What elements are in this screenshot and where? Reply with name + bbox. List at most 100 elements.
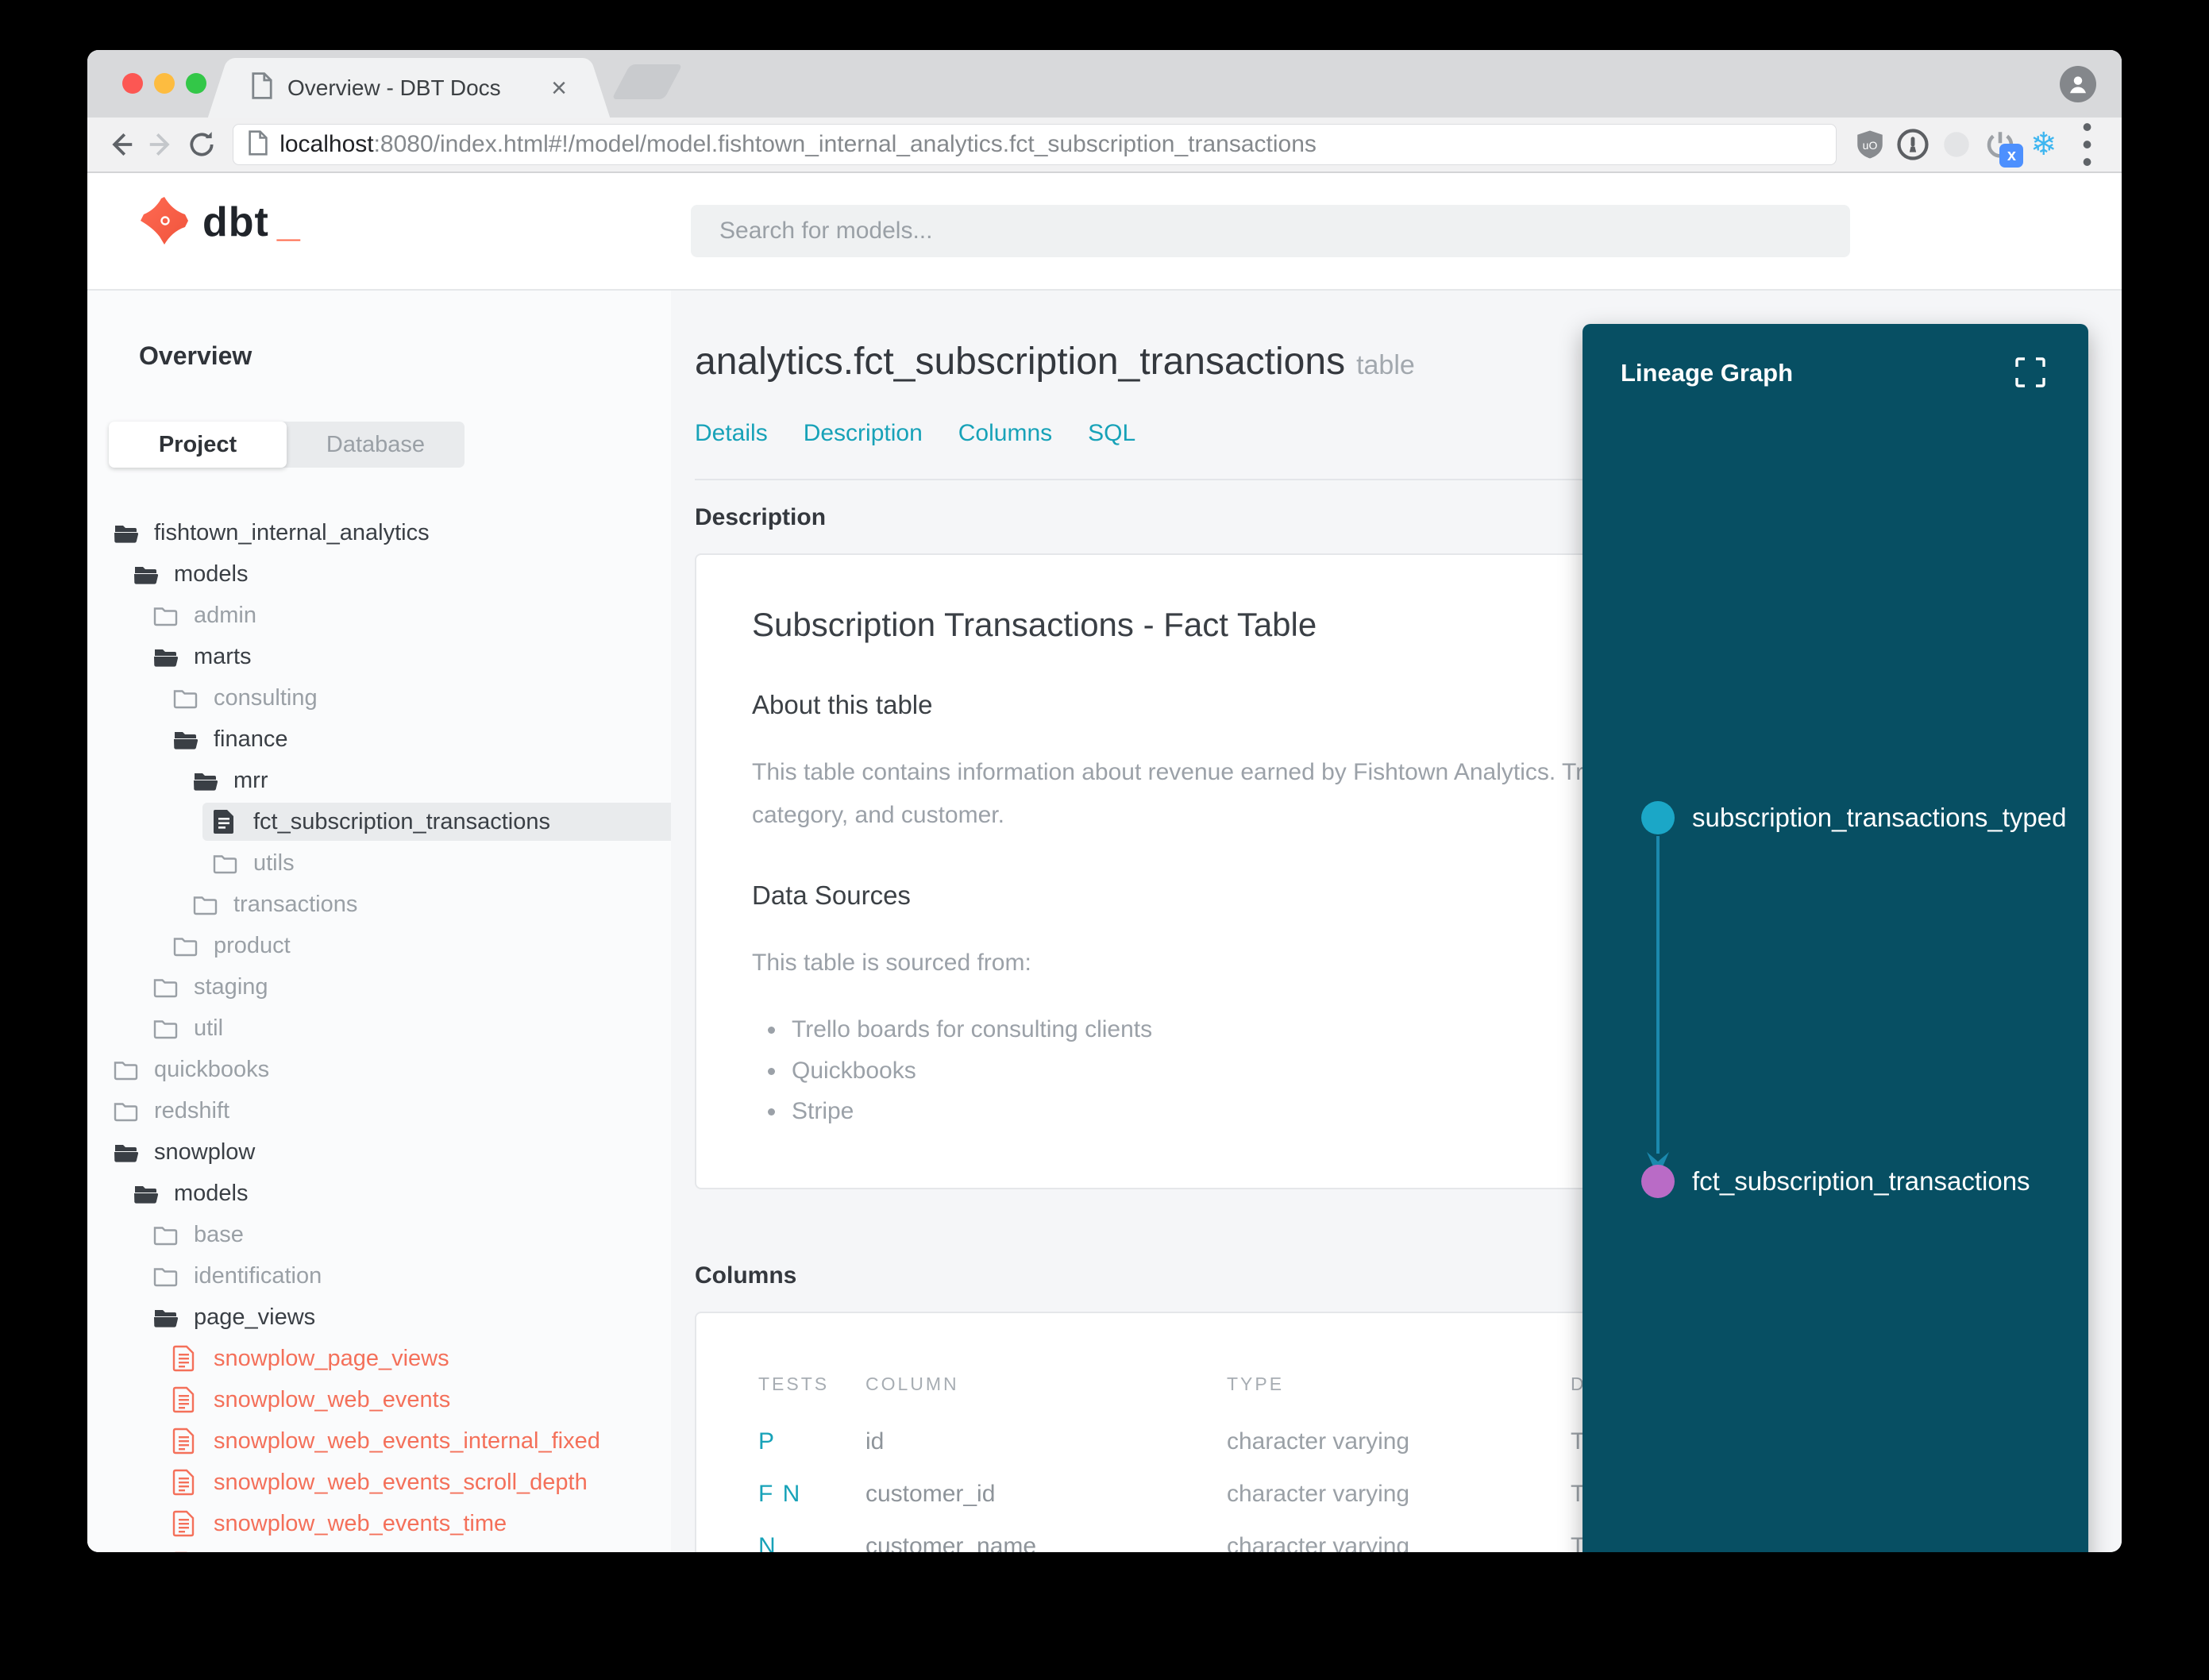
traffic-close-button[interactable]: [122, 73, 143, 94]
column-header-type: TYPE: [1227, 1373, 1285, 1394]
profile-avatar[interactable]: [2060, 66, 2096, 102]
tree-item-label: quickbooks: [154, 1056, 270, 1082]
lineage-node[interactable]: fct_subscription_transactions: [1641, 1165, 2030, 1198]
folder-closed-icon: [172, 934, 199, 958]
tree-item[interactable]: transactions: [192, 884, 671, 925]
opera-extension-icon[interactable]: [1938, 125, 1976, 164]
search-placeholder: Search for models...: [719, 218, 933, 244]
url-text: localhost:8080/index.html#!/model/model.…: [279, 131, 1317, 158]
url-bar[interactable]: localhost:8080/index.html#!/model/model.…: [233, 124, 1837, 165]
tests-badges: N: [758, 1532, 777, 1552]
tab-close-icon[interactable]: ×: [551, 75, 567, 102]
tree-item[interactable]: marts: [152, 636, 671, 677]
column-name: customer_name: [865, 1532, 1037, 1552]
project-database-toggle: Project Database: [109, 422, 465, 468]
tree-item-label: marts: [194, 643, 252, 669]
snowflake-extension-icon[interactable]: ❄: [2025, 125, 2062, 164]
search-input[interactable]: Search for models...: [691, 205, 1850, 257]
model-doc-icon: [172, 1469, 199, 1496]
tree-item[interactable]: fishtown_internal_analytics: [113, 512, 671, 553]
dbt-logo-text: dbt: [202, 199, 269, 245]
column-name: customer_id: [865, 1480, 996, 1507]
tree-item-label: product: [214, 932, 291, 958]
tree-item[interactable]: models: [133, 1173, 671, 1214]
folder-open-icon: [113, 1140, 139, 1165]
tree-item[interactable]: fct_subscription_transactions: [202, 801, 671, 842]
browser-menu-icon[interactable]: • • •: [2068, 112, 2106, 176]
dbt-logo[interactable]: dbt _: [139, 195, 300, 246]
folder-closed-icon: [172, 686, 199, 711]
traffic-minimize-button[interactable]: [154, 73, 175, 94]
browser-tab[interactable]: Overview - DBT Docs ×: [230, 58, 588, 118]
tree-item[interactable]: utils: [212, 842, 671, 884]
folder-closed-icon: [113, 1058, 139, 1082]
model-nav-details[interactable]: Details: [695, 420, 768, 447]
power-extension-icon[interactable]: x: [1982, 125, 2024, 168]
tree-item-label: mrr: [233, 767, 268, 793]
sidebar-title: Overview: [139, 341, 253, 370]
tree-item-label: finance: [214, 726, 288, 752]
tree-item-label: consulting: [214, 684, 318, 711]
reload-icon[interactable]: [184, 126, 218, 163]
model-nav-description[interactable]: Description: [804, 420, 923, 447]
lineage-node-dot: [1641, 801, 1675, 834]
model-doc-icon: [172, 1386, 199, 1413]
tree-item-label: models: [174, 1180, 249, 1206]
dbt-logo-underscore: _: [276, 199, 300, 245]
model-name: analytics.fct_subscription_transactions: [695, 341, 1346, 383]
folder-open-icon: [152, 1305, 179, 1330]
tree-item[interactable]: product: [172, 925, 671, 966]
tree-item[interactable]: snowplow_web_page_context: [172, 1544, 671, 1553]
column-type: character varying: [1227, 1428, 1410, 1455]
lineage-graph-panel: Lineage Graph subscription_transactions_…: [1583, 324, 2088, 1552]
lineage-title: Lineage Graph: [1621, 359, 1794, 387]
column-header-column: COLUMN: [865, 1373, 959, 1394]
tree-item[interactable]: admin: [152, 595, 671, 636]
tree-item[interactable]: identification: [152, 1255, 671, 1297]
tree-item[interactable]: consulting: [172, 677, 671, 719]
tree-item[interactable]: finance: [172, 719, 671, 760]
tree-item[interactable]: base: [152, 1214, 671, 1255]
model-doc-icon: [172, 1428, 199, 1455]
forward-icon[interactable]: [144, 126, 178, 163]
lineage-node[interactable]: subscription_transactions_typed: [1641, 801, 2066, 834]
new-tab-button[interactable]: [611, 64, 683, 99]
svg-text:uO: uO: [1862, 139, 1877, 152]
tree-item[interactable]: quickbooks: [113, 1049, 671, 1090]
column-name: id: [865, 1428, 885, 1455]
tree-item[interactable]: snowplow_web_events_scroll_depth: [172, 1462, 671, 1503]
file-tree: fishtown_internal_analytics models admin…: [87, 512, 671, 1552]
tree-item-label: admin: [194, 602, 256, 628]
folder-open-icon: [192, 769, 218, 793]
tree-item[interactable]: snowplow_web_events: [172, 1379, 671, 1420]
fullscreen-icon[interactable]: [2015, 357, 2045, 387]
tree-item[interactable]: snowplow: [113, 1131, 671, 1173]
traffic-zoom-button[interactable]: [186, 73, 206, 94]
tree-item[interactable]: snowplow_web_events_time: [172, 1503, 671, 1544]
sidebar-tab-database[interactable]: Database: [287, 422, 465, 468]
tree-item-label: base: [194, 1221, 244, 1247]
ublock-extension-icon[interactable]: uO: [1851, 125, 1888, 164]
tree-item[interactable]: util: [152, 1008, 671, 1049]
tree-item[interactable]: mrr: [192, 760, 671, 801]
tree-item-label: page_views: [194, 1304, 316, 1330]
onepassword-extension-icon[interactable]: [1895, 125, 1932, 164]
url-host: localhost: [279, 131, 374, 157]
tree-item[interactable]: models: [133, 553, 671, 595]
model-nav-sql[interactable]: SQL: [1088, 420, 1135, 447]
column-type: character varying: [1227, 1480, 1410, 1507]
model-type-badge: table: [1356, 350, 1415, 380]
folder-closed-icon: [152, 1016, 179, 1041]
tree-item[interactable]: redshift: [113, 1090, 671, 1131]
tree-item-label: fishtown_internal_analytics: [154, 519, 430, 545]
browser-window: Overview - DBT Docs × localhost:8080/ind…: [87, 50, 2122, 1552]
model-nav-columns[interactable]: Columns: [958, 420, 1052, 447]
tree-item[interactable]: page_views: [152, 1297, 671, 1338]
back-icon[interactable]: [103, 126, 137, 163]
sidebar-tab-project[interactable]: Project: [109, 422, 287, 468]
tree-item[interactable]: snowplow_web_events_internal_fixed: [172, 1420, 671, 1462]
tree-item[interactable]: snowplow_page_views: [172, 1338, 671, 1379]
dbt-logo-icon: [141, 197, 188, 245]
sidebar: Overview Project Database fishtown_intern…: [87, 291, 671, 1552]
tree-item[interactable]: staging: [152, 966, 671, 1008]
